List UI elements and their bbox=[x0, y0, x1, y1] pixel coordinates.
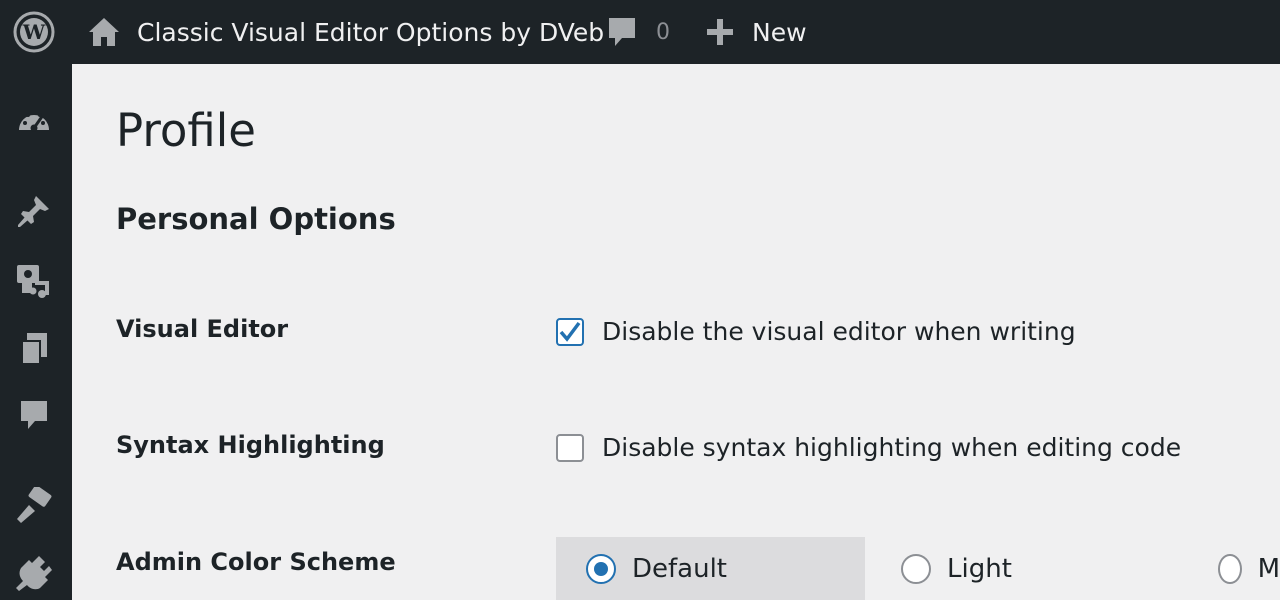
new-content-link[interactable]: New bbox=[706, 0, 807, 64]
color-scheme-light-label: Light bbox=[947, 553, 1012, 584]
comment-bubble-icon bbox=[606, 15, 638, 49]
checkmark-icon bbox=[559, 321, 581, 342]
wordpress-menu[interactable]: W bbox=[12, 0, 56, 64]
syntax-highlighting-label: Syntax Highlighting bbox=[116, 431, 385, 459]
admin-menu bbox=[0, 64, 72, 600]
syntax-highlighting-checkbox-label: Disable syntax highlighting when editing… bbox=[602, 433, 1182, 462]
color-scheme-default-label: Default bbox=[632, 553, 727, 584]
comments-icon[interactable] bbox=[14, 395, 54, 435]
new-label: New bbox=[752, 17, 807, 47]
color-scheme-light[interactable]: Light bbox=[901, 537, 1101, 600]
section-title: Personal Options bbox=[116, 202, 396, 236]
color-scheme-default[interactable]: Default bbox=[556, 537, 865, 600]
wordpress-logo-icon: W bbox=[12, 10, 56, 54]
svg-text:W: W bbox=[22, 20, 46, 44]
color-scheme-third-label: M bbox=[1257, 553, 1280, 584]
comments-count: 0 bbox=[656, 19, 670, 45]
visual-editor-checkbox-label: Disable the visual editor when writing bbox=[602, 317, 1076, 346]
visual-editor-checkbox[interactable] bbox=[556, 317, 584, 346]
home-icon bbox=[87, 15, 121, 49]
syntax-highlighting-checkbox[interactable] bbox=[556, 433, 584, 462]
syntax-highlighting-option[interactable]: Disable syntax highlighting when editing… bbox=[556, 433, 1181, 462]
color-scheme-default-radio[interactable] bbox=[586, 553, 616, 584]
visual-editor-label: Visual Editor bbox=[116, 315, 289, 343]
admin-color-scheme-label: Admin Color Scheme bbox=[116, 548, 396, 576]
dashboard-icon[interactable] bbox=[14, 102, 54, 142]
pushpin-icon[interactable] bbox=[14, 191, 54, 231]
radio-dot bbox=[594, 561, 608, 576]
color-scheme-light-radio[interactable] bbox=[901, 553, 931, 584]
main-content: Profile Personal Options Visual Editor D… bbox=[72, 64, 1280, 600]
color-scheme-third-radio[interactable] bbox=[1218, 553, 1242, 584]
color-scheme-third[interactable]: M bbox=[1218, 537, 1280, 600]
pages-icon[interactable] bbox=[14, 329, 54, 369]
plugins-icon[interactable] bbox=[14, 554, 54, 594]
comments-link[interactable]: 0 bbox=[606, 0, 670, 64]
visual-editor-option[interactable]: Disable the visual editor when writing bbox=[556, 317, 1076, 346]
media-icon[interactable] bbox=[14, 260, 54, 300]
site-name-link[interactable]: Classic Visual Editor Options by DVeb bbox=[87, 0, 604, 64]
appearance-icon[interactable] bbox=[14, 486, 54, 526]
plus-icon bbox=[706, 18, 734, 46]
site-name: Classic Visual Editor Options by DVeb bbox=[137, 17, 605, 47]
page-title: Profile bbox=[116, 104, 256, 157]
admin-bar: W Classic Visual Editor Options by DVeb … bbox=[0, 0, 1280, 64]
